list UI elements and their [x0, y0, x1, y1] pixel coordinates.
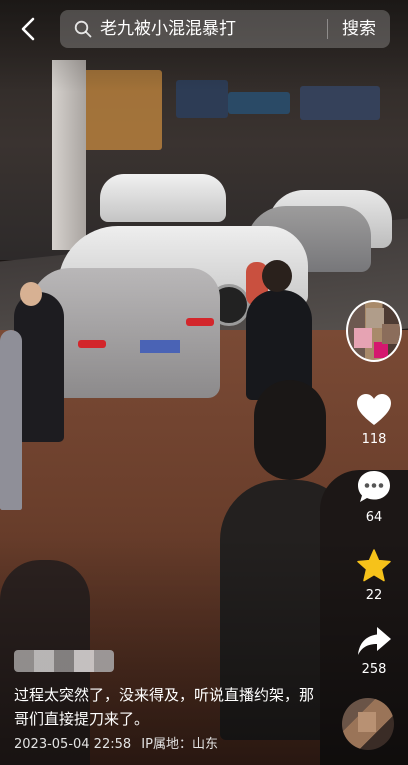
post-caption: 过程太突然了，没来得及，听说直播约架，那哥们直接提刀来了。 — [14, 686, 315, 728]
search-input[interactable]: 老九被小混混暴打 — [100, 18, 236, 40]
author-avatar[interactable] — [346, 300, 402, 362]
avatar-mosaic — [354, 328, 372, 348]
top-search-bar: 老九被小混混暴打 搜索 — [0, 0, 408, 58]
share-count: 258 — [361, 662, 387, 677]
like-button[interactable]: 118 — [346, 392, 402, 448]
post-ip-location: IP属地：山东 — [141, 737, 218, 752]
post-meta: 2023-05-04 22:58 IP属地：山东 — [14, 736, 218, 754]
share-button[interactable]: 258 — [346, 624, 402, 678]
post-date: 2023-05-04 22:58 — [14, 737, 132, 752]
favorite-count: 22 — [365, 588, 383, 603]
avatar-mosaic — [374, 342, 388, 358]
star-icon — [357, 549, 391, 582]
back-button[interactable] — [14, 14, 44, 44]
like-count: 118 — [361, 432, 387, 447]
favorite-button[interactable]: 22 — [346, 548, 402, 604]
comment-button[interactable]: 64 — [346, 468, 402, 526]
chevron-left-icon — [21, 17, 35, 41]
music-disc-blurred[interactable] — [342, 698, 394, 750]
avatar-mosaic — [382, 324, 400, 344]
author-name-blurred[interactable] — [14, 650, 114, 672]
search-button[interactable]: 搜索 — [342, 18, 376, 40]
disc-mosaic — [358, 712, 376, 732]
search-divider — [327, 19, 328, 39]
search-box[interactable]: 老九被小混混暴打 搜索 — [60, 10, 390, 48]
heart-icon — [357, 394, 391, 425]
share-arrow-icon — [358, 627, 391, 655]
comment-count: 64 — [365, 510, 383, 525]
comment-bubble-icon — [358, 471, 390, 502]
search-icon — [74, 20, 92, 38]
